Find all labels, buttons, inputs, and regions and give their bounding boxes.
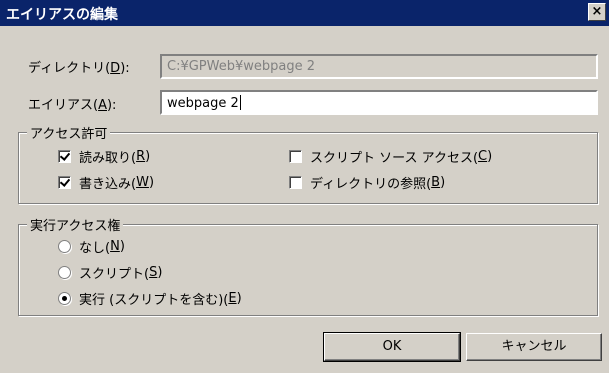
directory-browse-check-icon[interactable] bbox=[289, 176, 302, 189]
alias-input[interactable]: webpage 2 bbox=[160, 90, 598, 115]
read-check-icon[interactable] bbox=[58, 150, 71, 163]
script-source-checkbox[interactable]: スクリプト ソース アクセス(C) bbox=[289, 147, 492, 166]
access-permissions-group: アクセス許可 bbox=[18, 123, 598, 204]
access-legend: アクセス許可 bbox=[27, 123, 111, 142]
exec-execute-radio[interactable]: 実行 (スクリプトを含む)(E) bbox=[58, 289, 242, 308]
title-bar[interactable]: エイリアスの編集 × bbox=[0, 0, 609, 26]
write-checkbox[interactable]: 書き込み(W) bbox=[58, 173, 154, 192]
cancel-button[interactable]: キャンセル bbox=[466, 333, 602, 361]
exec-execute-radio-icon[interactable] bbox=[58, 292, 71, 305]
read-checkbox[interactable]: 読み取り(R) bbox=[58, 147, 150, 166]
exec-none-radio-icon[interactable] bbox=[58, 240, 71, 253]
directory-browse-checkbox[interactable]: ディレクトリの参照(B) bbox=[289, 173, 445, 192]
directory-label: ディレクトリ(D): bbox=[28, 61, 130, 76]
alias-label: エイリアス(A): bbox=[28, 98, 117, 113]
exec-legend: 実行アクセス権 bbox=[27, 215, 124, 234]
directory-field: C:¥GPWeb¥webpage 2 bbox=[160, 54, 598, 79]
edit-alias-dialog: エイリアスの編集 × ディレクトリ(D): C:¥GPWeb¥webpage 2… bbox=[0, 0, 609, 373]
write-check-icon[interactable] bbox=[58, 176, 71, 189]
exec-none-radio[interactable]: なし(N) bbox=[58, 237, 125, 256]
exec-scripts-radio-icon[interactable] bbox=[58, 266, 71, 279]
script-source-check-icon[interactable] bbox=[289, 150, 302, 163]
dialog-title: エイリアスの編集 bbox=[6, 7, 118, 23]
exec-scripts-radio[interactable]: スクリプト(S) bbox=[58, 263, 162, 282]
close-icon[interactable]: × bbox=[588, 3, 606, 21]
ok-button[interactable]: OK bbox=[323, 332, 461, 362]
